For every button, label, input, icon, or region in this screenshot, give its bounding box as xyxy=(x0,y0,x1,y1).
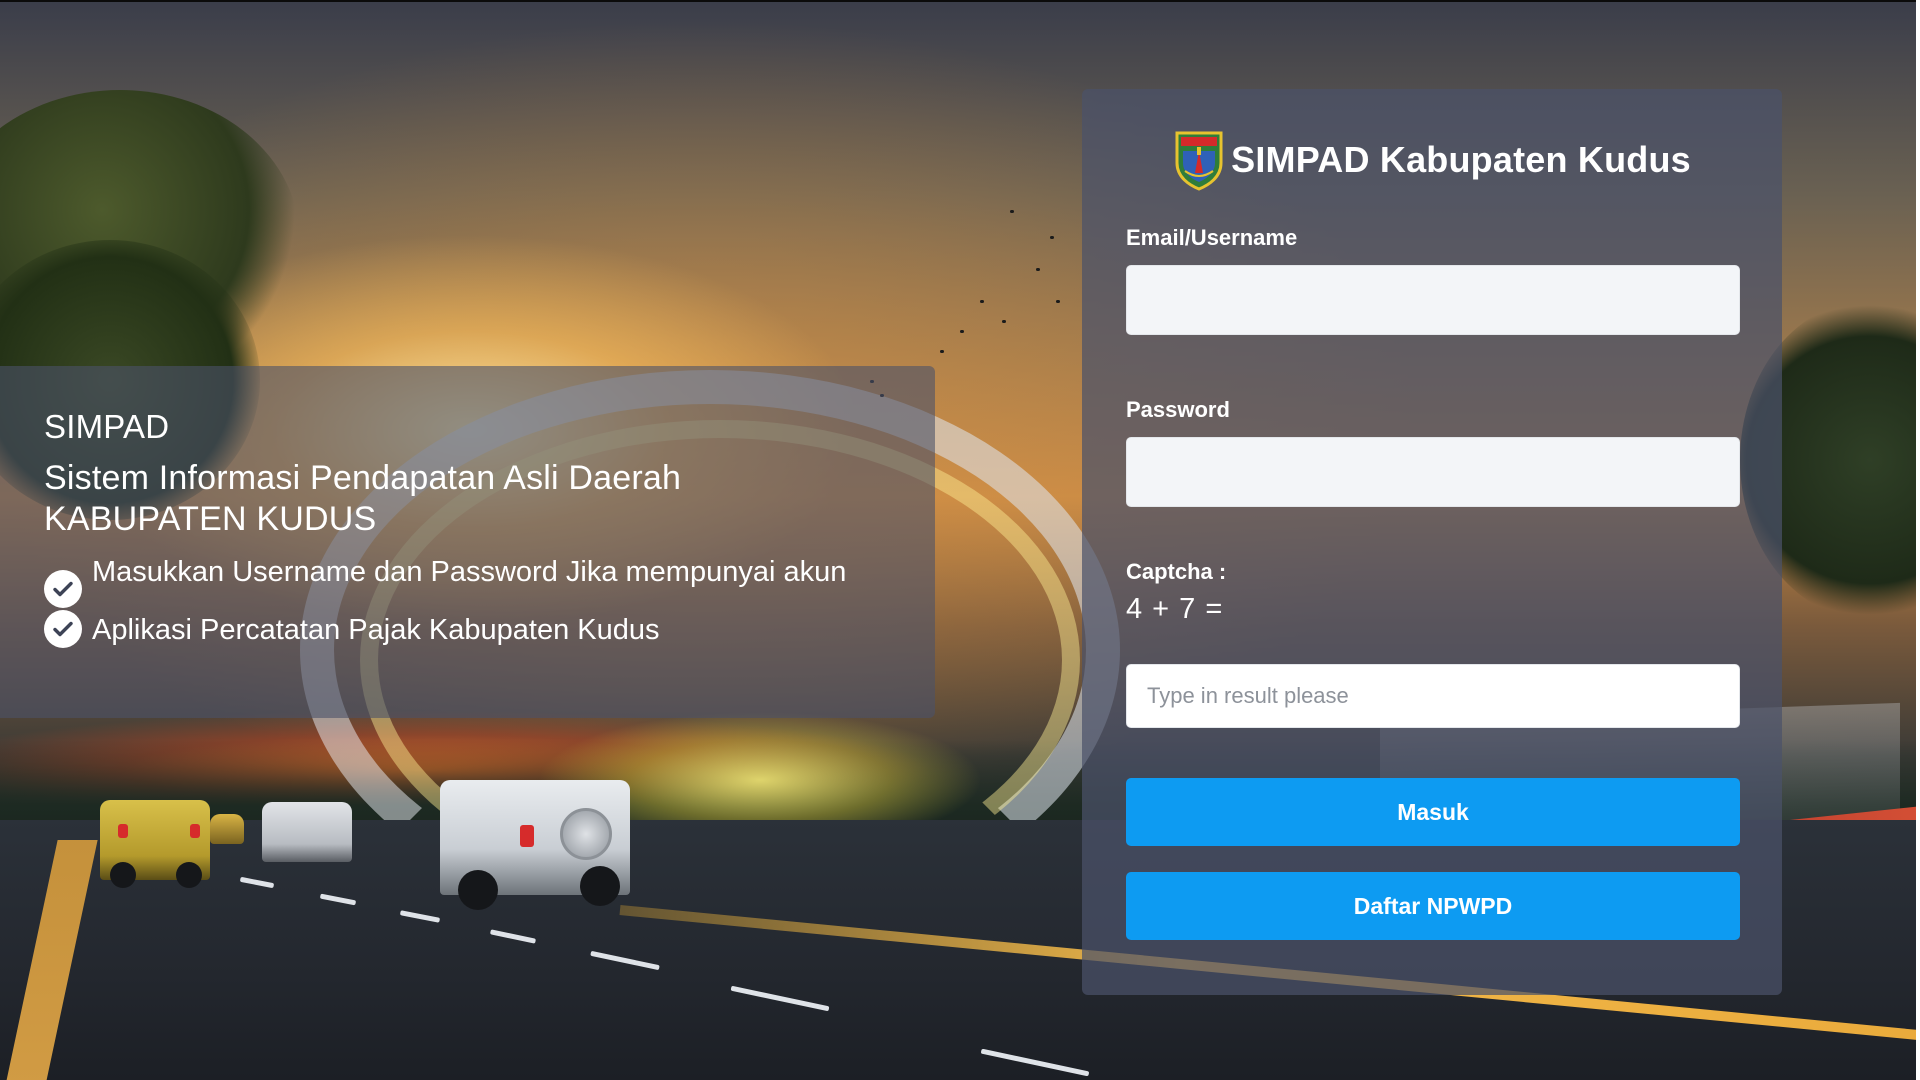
username-label: Email/Username xyxy=(1126,225,1298,250)
password-label: Password xyxy=(1126,397,1230,422)
username-input[interactable] xyxy=(1126,265,1740,335)
bird xyxy=(980,300,984,303)
card-header: SIMPAD Kabupaten Kudus xyxy=(1126,125,1738,195)
taillight xyxy=(190,824,200,838)
car-far xyxy=(210,814,244,844)
taillight xyxy=(118,824,128,838)
check-circle-icon xyxy=(44,610,82,648)
wheel xyxy=(458,870,498,910)
login-button[interactable]: Masuk xyxy=(1126,778,1740,846)
card-title: SIMPAD Kabupaten Kudus xyxy=(1231,139,1691,180)
bird xyxy=(1002,320,1006,323)
info-item: Aplikasi Percatatan Pajak Kabupaten Kudu… xyxy=(44,608,915,652)
captcha-input[interactable] xyxy=(1126,664,1740,728)
wheel xyxy=(176,862,202,888)
check-icon xyxy=(53,621,73,637)
info-panel: SIMPAD Sistem Informasi Pendapatan Asli … xyxy=(0,366,935,718)
password-input[interactable] xyxy=(1126,437,1740,507)
wheel xyxy=(580,866,620,906)
login-card: SIMPAD Kabupaten Kudus Email/Username Pa… xyxy=(1082,89,1782,995)
bird xyxy=(960,330,964,333)
check-icon xyxy=(53,581,73,597)
register-button[interactable]: Daftar NPWPD xyxy=(1126,872,1740,940)
info-title-line1: Sistem Informasi Pendapatan Asli Daerah xyxy=(44,459,682,497)
check-circle-icon xyxy=(44,570,82,608)
info-item: Masukkan Username dan Password Jika memp… xyxy=(44,550,915,608)
bird xyxy=(1050,236,1054,239)
taillight xyxy=(520,825,534,847)
info-brand: SIMPAD xyxy=(44,408,170,445)
kudus-crest-logo-icon xyxy=(1175,131,1223,191)
info-item-text: Aplikasi Percatatan Pajak Kabupaten Kudu… xyxy=(92,614,660,646)
car-white-small xyxy=(262,802,352,862)
bird xyxy=(1010,210,1014,213)
captcha-question: 4 + 7 = xyxy=(1126,593,1224,625)
info-title: Sistem Informasi Pendapatan Asli Daerah … xyxy=(44,458,915,540)
info-title-line2: KABUPATEN KUDUS xyxy=(44,500,377,538)
captcha-label: Captcha : xyxy=(1126,559,1227,584)
info-item-text: Masukkan Username dan Password Jika memp… xyxy=(92,556,847,588)
bird xyxy=(1056,300,1060,303)
scroll-edge xyxy=(1916,0,1920,1080)
bird xyxy=(1036,268,1040,271)
wheel xyxy=(110,862,136,888)
spare-tire xyxy=(560,808,612,860)
bird xyxy=(940,350,944,353)
top-edge xyxy=(0,0,1920,2)
info-list: Masukkan Username dan Password Jika memp… xyxy=(44,550,915,652)
